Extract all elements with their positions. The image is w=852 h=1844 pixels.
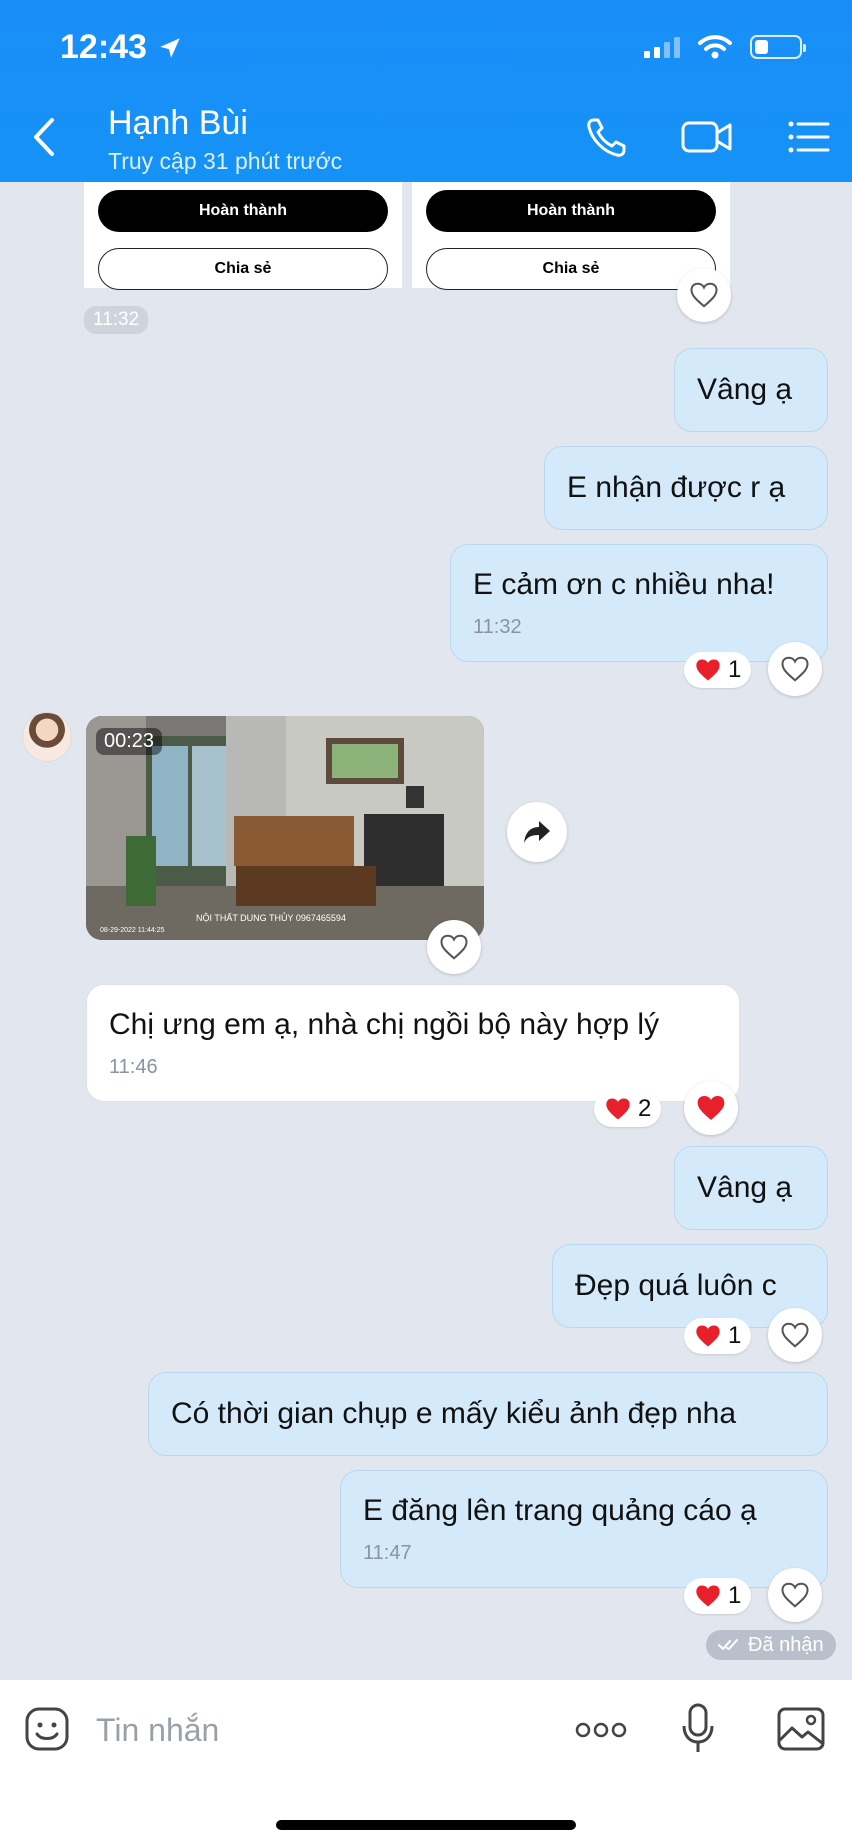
react-button-active[interactable] xyxy=(684,1081,738,1135)
share-button[interactable]: Chia sẻ xyxy=(98,248,388,290)
more-icon[interactable] xyxy=(574,1720,628,1740)
status-time: 12:43 xyxy=(60,28,183,67)
battery-icon xyxy=(750,35,806,59)
home-indicator xyxy=(276,1820,576,1830)
forward-button[interactable] xyxy=(507,802,567,862)
message-time: 11:46 xyxy=(109,1055,158,1078)
shared-card: Hoàn thành Chia sẻ xyxy=(412,182,730,290)
video-message[interactable]: NỘI THẤT DUNG THỦY 0967465594 08-29-2022… xyxy=(86,716,484,940)
heart-outline-icon xyxy=(781,656,809,682)
react-button[interactable] xyxy=(768,1308,822,1362)
delivery-status: Đã nhận xyxy=(706,1630,836,1660)
reaction-number: 1 xyxy=(728,1582,742,1609)
heart-icon xyxy=(606,1098,630,1120)
message-bubble-sent[interactable]: E nhận được r ạ xyxy=(544,446,828,530)
back-icon[interactable] xyxy=(24,112,64,162)
reaction-number: 2 xyxy=(638,1095,652,1122)
react-button[interactable] xyxy=(427,920,481,974)
reaction-count[interactable]: 1 xyxy=(684,652,752,688)
heart-icon xyxy=(696,1325,720,1347)
message-time: 11:32 xyxy=(84,306,149,334)
react-button[interactable] xyxy=(768,1568,822,1622)
message-text: Có thời gian chụp e mấy kiểu ảnh đẹp nha xyxy=(171,1397,737,1430)
react-button[interactable] xyxy=(677,268,731,322)
message-bubble-sent[interactable]: Vâng ạ xyxy=(674,348,828,432)
message-input[interactable]: Tin nhắn xyxy=(96,1712,219,1749)
reaction-count[interactable]: 2 xyxy=(594,1091,662,1127)
message-text: Vâng ạ xyxy=(697,1171,793,1204)
contact-last-seen: Truy cập 31 phút trước xyxy=(108,148,343,174)
reaction-count[interactable]: 1 xyxy=(684,1318,752,1354)
wifi-icon xyxy=(698,35,732,59)
clock: 12:43 xyxy=(60,28,147,66)
shared-card: Hoàn thành Chia sẻ xyxy=(84,182,402,290)
menu-icon[interactable] xyxy=(786,114,832,160)
sticker-icon[interactable] xyxy=(24,1706,70,1752)
contact-avatar[interactable] xyxy=(22,712,72,762)
video-duration: 00:23 xyxy=(96,728,163,755)
heart-icon xyxy=(696,1585,720,1607)
message-text: Chị ưng em ạ, nhà chị ngồi bộ này hợp lý xyxy=(109,1007,660,1041)
status-indicators xyxy=(644,34,806,60)
reaction-number: 1 xyxy=(728,656,742,683)
video-call-icon[interactable] xyxy=(680,114,734,160)
reaction-number: 1 xyxy=(728,1322,742,1349)
microphone-icon[interactable] xyxy=(680,1702,716,1756)
heart-icon xyxy=(697,1096,725,1120)
chat-header: 12:43 Hạnh Bùi Truy cập 31 phút trước xyxy=(0,0,852,182)
message-time: 11:47 xyxy=(363,1541,412,1564)
message-bubble-sent[interactable]: Vâng ạ xyxy=(674,1146,828,1230)
share-button[interactable]: Chia sẻ xyxy=(426,248,716,290)
react-button[interactable] xyxy=(768,642,822,696)
heart-outline-icon xyxy=(440,934,468,960)
phone-icon[interactable] xyxy=(584,114,630,160)
message-bubble-sent[interactable]: E cảm ơn c nhiều nha! 11:32 xyxy=(450,544,828,662)
contact-name[interactable]: Hạnh Bùi xyxy=(108,104,248,143)
done-button[interactable]: Hoàn thành xyxy=(98,190,388,232)
message-bubble-sent[interactable]: Có thời gian chụp e mấy kiểu ảnh đẹp nha xyxy=(148,1372,828,1456)
heart-outline-icon xyxy=(781,1322,809,1348)
message-text: Vâng ạ xyxy=(697,373,793,406)
forward-icon xyxy=(524,821,550,843)
heart-outline-icon xyxy=(690,282,718,308)
cell-signal-icon xyxy=(644,36,680,58)
double-check-icon xyxy=(718,1639,738,1651)
reaction-count[interactable]: 1 xyxy=(684,1578,752,1614)
message-text: E đăng lên trang quảng cáo ạ xyxy=(363,1493,757,1527)
video-watermark: NỘI THẤT DUNG THỦY 0967465594 xyxy=(196,912,346,923)
message-text: E nhận được r ạ xyxy=(567,471,786,504)
heart-outline-icon xyxy=(781,1582,809,1608)
message-text: Đẹp quá luôn c xyxy=(575,1269,777,1302)
message-time: 11:32 xyxy=(473,615,522,638)
message-bubble-sent[interactable]: E đăng lên trang quảng cáo ạ 11:47 xyxy=(340,1470,828,1588)
video-date-stamp: 08-29-2022 11:44:25 xyxy=(100,927,165,934)
done-button[interactable]: Hoàn thành xyxy=(426,190,716,232)
image-icon[interactable] xyxy=(776,1706,826,1752)
heart-icon xyxy=(696,659,720,681)
location-arrow-icon xyxy=(160,37,180,58)
message-bubble-received[interactable]: Chị ưng em ạ, nhà chị ngồi bộ này hợp lý… xyxy=(86,984,740,1102)
delivery-status-text: Đã nhận xyxy=(748,1633,824,1656)
message-text: E cảm ơn c nhiều nha! xyxy=(473,567,775,601)
